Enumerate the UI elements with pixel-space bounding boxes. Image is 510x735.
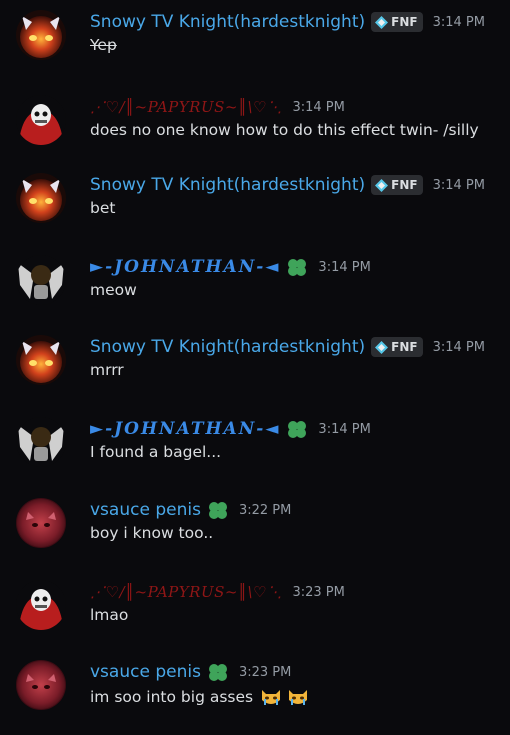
timestamp: 3:14 PM [432,177,485,193]
crying-cat-emoji [287,686,309,710]
message-text: im soo into big asses [90,688,254,706]
fire-cat-avatar[interactable] [16,335,66,385]
author-name[interactable]: ⋰♡/║~PAPYRUS~║\♡⋱ [90,583,282,601]
clover-icon [208,502,227,519]
timestamp: 3:14 PM [292,99,345,115]
timestamp: 3:14 PM [318,259,371,275]
message-text: does no one know how to do this effect t… [90,121,479,139]
author-name[interactable]: Snowy TV Knight(hardestknight) [90,337,365,357]
message-text: I found a bagel... [90,443,222,461]
message-text: Yep [90,36,117,54]
author-name[interactable]: Snowy TV Knight(hardestknight) [90,12,365,32]
author-name[interactable]: ►-JOHNATHAN-◄ [90,419,280,439]
server-tag[interactable]: FNF [371,337,423,357]
crying-cat-emoji [260,686,282,710]
message-text: boy i know too.. [90,524,214,542]
red-cat-avatar[interactable] [16,660,66,710]
papyrus-skull-avatar[interactable] [16,95,66,145]
papyrus-skull-avatar[interactable] [16,580,66,630]
message-text-row: im soo into big asses [90,686,309,710]
diamond-icon [375,15,389,29]
red-cat-avatar[interactable] [16,498,66,548]
author-name[interactable]: vsauce penis [90,662,201,682]
timestamp: 3:23 PM [238,664,292,680]
clover-icon [208,664,227,681]
server-tag[interactable]: FNF [371,12,423,32]
server-tag-label: FNF [391,340,418,354]
winged-figure-avatar[interactable] [16,417,66,467]
author-name[interactable]: Snowy TV Knight(hardestknight) [90,175,365,195]
timestamp: 3:14 PM [318,421,371,437]
clover-icon [288,421,307,438]
fire-cat-avatar[interactable] [16,10,66,60]
diamond-icon [375,178,389,192]
message-text: bet [90,199,116,217]
author-name[interactable]: vsauce penis [90,500,201,520]
author-name[interactable]: ►-JOHNATHAN-◄ [90,257,280,277]
winged-figure-avatar[interactable] [16,255,66,305]
message-text: mrrr [90,361,124,379]
server-tag-label: FNF [391,15,418,29]
clover-icon [288,259,307,276]
author-name[interactable]: ⋰♡/║~PAPYRUS~║\♡⋱ [90,98,282,116]
message-text: meow [90,281,137,299]
fire-cat-avatar[interactable] [16,173,66,223]
server-tag-label: FNF [391,178,418,192]
timestamp: 3:14 PM [432,339,485,355]
diamond-icon [375,340,389,354]
timestamp: 3:14 PM [432,14,485,30]
timestamp: 3:23 PM [292,584,345,600]
server-tag[interactable]: FNF [371,175,423,195]
timestamp: 3:22 PM [238,502,292,518]
message-text: lmao [90,606,129,624]
